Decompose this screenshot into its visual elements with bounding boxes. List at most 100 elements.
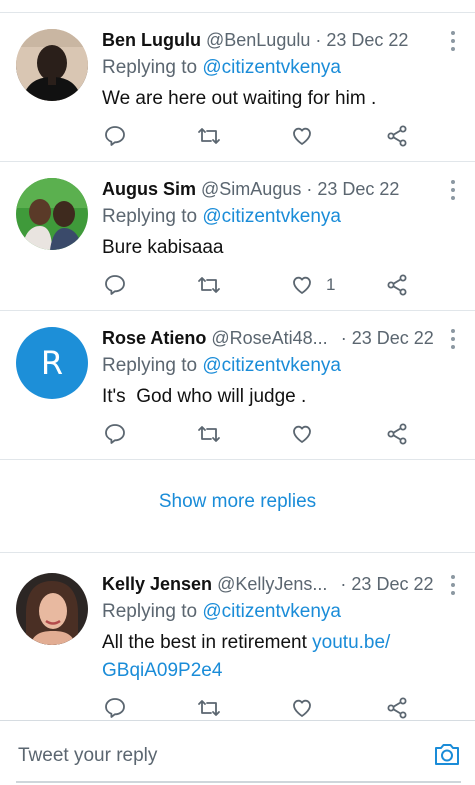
tweet-divider [0,161,475,162]
tweet-date[interactable]: 23 Dec 22 [351,574,433,594]
retweet-button[interactable] [196,271,222,299]
tweet-divider [0,310,475,311]
tweet-actions [100,694,420,722]
heart-icon [293,699,311,717]
tweet-text: We are here out waiting for him . [102,88,377,109]
more-options-icon[interactable] [449,180,457,200]
separator-dot: · [340,574,347,594]
share-icon [387,274,407,296]
tweet-link-part2[interactable]: GBqiA09P2e4 [102,660,222,681]
share-icon [387,697,407,719]
retweet-button[interactable] [196,420,222,448]
separator-dot: · [306,179,313,199]
reply-button[interactable] [103,420,127,448]
mention-link[interactable]: @citizentvkenya [202,206,341,227]
avatar[interactable] [16,573,88,645]
like-button[interactable]: 1 [290,271,335,299]
author-name[interactable]: Augus Sim [102,179,196,199]
separator-dot: · [340,328,347,348]
show-more-replies-button[interactable]: Show more replies [0,491,475,513]
tweet-text: Bure kabisaaa [102,237,224,258]
replying-to-label: Replying to [102,601,203,622]
avatar-photo [16,178,88,250]
tweet-kelly-jensen[interactable]: Kelly Jensen @KellyJens... · 23 Dec 22 R… [0,571,475,721]
tweet-actions [100,122,420,150]
heart-icon [293,425,311,443]
replying-to: Replying to @citizentvkenya [102,55,341,81]
retweet-icon [198,426,220,442]
like-count: 1 [326,275,336,294]
author-handle: @KellyJens... [217,574,328,594]
reply-button[interactable] [103,694,127,722]
tweet-date[interactable]: 23 Dec 22 [352,328,434,348]
author-handle: @BenLugulu [206,30,311,50]
tweet-ben-lugulu[interactable]: Ben Lugulu @BenLugulu · 23 Dec 22 Replyi… [0,27,475,162]
tweet-header: Ben Lugulu @BenLugulu · 23 Dec 22 [102,27,435,53]
mention-link[interactable]: @citizentvkenya [202,601,341,622]
share-icon [387,125,407,147]
replying-to-label: Replying to [102,206,203,227]
reply-input-underline [16,781,461,783]
tweet-link-part1[interactable]: youtu.be/ [312,632,390,653]
retweet-icon [198,700,220,716]
replying-to: Replying to @citizentvkenya [102,353,341,379]
share-button[interactable] [385,694,409,722]
author-name[interactable]: Kelly Jensen [102,574,212,594]
tweet-actions: 1 [100,271,420,299]
retweet-icon [198,128,220,144]
share-button[interactable] [385,271,409,299]
tweet-rose-atieno[interactable]: R Rose Atieno @RoseAti48... · 23 Dec 22 … [0,325,475,460]
camera-button[interactable] [433,741,461,772]
tweet-date[interactable]: 23 Dec 22 [326,30,408,50]
avatar[interactable] [16,29,88,101]
more-options-icon[interactable] [449,31,457,51]
author-name[interactable]: Ben Lugulu [102,30,201,50]
heart-icon [293,127,311,145]
tweet-text-content: All the best in retirement [102,632,313,653]
section-divider [0,552,475,553]
tweet-text: All the best in retirement youtu.be/GBqi… [102,629,455,685]
author-handle: @SimAugus [201,179,302,199]
retweet-button[interactable] [196,122,222,150]
reply-icon [105,275,125,295]
reply-icon [105,698,125,718]
replying-to: Replying to @citizentvkenya [102,204,341,230]
like-button[interactable] [290,420,326,448]
tweet-augus-sim[interactable]: Augus Sim @SimAugus · 23 Dec 22 Replying… [0,176,475,311]
tweet-actions [100,420,420,448]
retweet-icon [198,277,220,293]
more-options-icon[interactable] [449,329,457,349]
avatar[interactable]: R [16,327,88,399]
author-handle: @RoseAti48... [211,328,328,348]
mention-link[interactable]: @citizentvkenya [202,57,341,78]
like-button[interactable] [290,122,326,150]
reply-input[interactable]: Tweet your reply [18,745,157,767]
like-button[interactable] [290,694,326,722]
share-button[interactable] [385,122,409,150]
avatar-photo [16,29,88,101]
replying-to-label: Replying to [102,355,203,376]
reply-button[interactable] [103,122,127,150]
share-button[interactable] [385,420,409,448]
avatar-photo [16,573,88,645]
share-icon [387,423,407,445]
retweet-button[interactable] [196,694,222,722]
mention-link[interactable]: @citizentvkenya [202,355,341,376]
top-divider [0,12,475,13]
camera-icon [435,744,459,765]
tweet-header: Kelly Jensen @KellyJens... · 23 Dec 22 [102,571,435,597]
avatar[interactable] [16,178,88,250]
tweet-date[interactable]: 23 Dec 22 [317,179,399,199]
reply-composer: Tweet your reply [0,720,475,785]
tweet-header: Augus Sim @SimAugus · 23 Dec 22 [102,176,435,202]
author-name[interactable]: Rose Atieno [102,328,206,348]
tweet-text: It's God who will judge . [102,386,307,407]
separator-dot: · [315,30,322,50]
replying-to-label: Replying to [102,57,203,78]
reply-icon [105,424,125,444]
more-options-icon[interactable] [449,575,457,595]
reply-button[interactable] [103,271,127,299]
heart-icon [293,276,311,294]
reply-icon [105,126,125,146]
avatar-initial: R [40,344,64,382]
